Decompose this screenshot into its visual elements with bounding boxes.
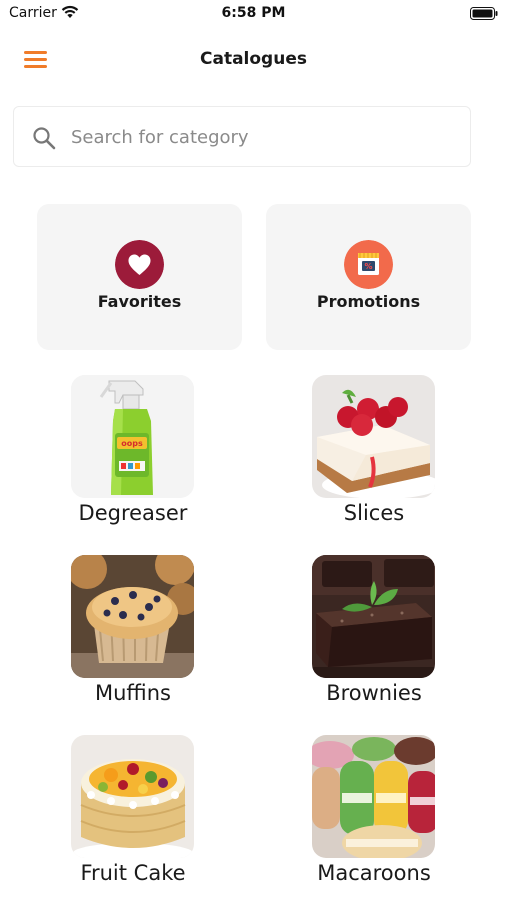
promotions-label: Promotions	[316, 292, 421, 311]
category-label: Fruit Cake	[80, 861, 186, 885]
search-input[interactable]	[71, 119, 451, 155]
status-time: 6:58 PM	[221, 5, 286, 21]
macaroons-image	[312, 735, 435, 858]
muffins-image	[71, 555, 194, 678]
slices-image	[312, 375, 435, 498]
category-slices[interactable]: Slices	[274, 375, 474, 535]
category-macaroons[interactable]: Macaroons	[274, 735, 474, 895]
svg-text:oops: oops	[121, 439, 143, 448]
brownies-image	[312, 555, 435, 678]
search-icon	[33, 127, 56, 150]
category-fruit-cake[interactable]: Fruit Cake	[33, 735, 233, 895]
battery-icon	[470, 7, 498, 20]
page-title: Catalogues	[200, 49, 307, 69]
app-header: Catalogues	[0, 40, 507, 80]
favorites-label: Favorites	[97, 292, 182, 311]
promotion-icon: %	[344, 240, 393, 289]
category-label: Slices	[343, 501, 405, 525]
category-label: Macaroons	[317, 861, 431, 885]
status-bar: Carrier 6:58 PM	[0, 0, 507, 28]
search-bar[interactable]	[13, 106, 471, 167]
category-brownies[interactable]: Brownies	[274, 555, 474, 715]
category-label: Degreaser	[78, 501, 188, 525]
promotions-card[interactable]: % Promotions	[266, 204, 471, 350]
heart-icon	[115, 240, 164, 289]
category-degreaser[interactable]: oops Degreaser	[33, 375, 233, 535]
category-muffins[interactable]: Muffins	[33, 555, 233, 715]
category-label: Brownies	[326, 681, 422, 705]
favorites-card[interactable]: Favorites	[37, 204, 242, 350]
svg-text:%: %	[364, 262, 372, 271]
degreaser-image: oops	[71, 375, 194, 498]
category-label: Muffins	[95, 681, 171, 705]
fruit-cake-image	[71, 735, 194, 858]
